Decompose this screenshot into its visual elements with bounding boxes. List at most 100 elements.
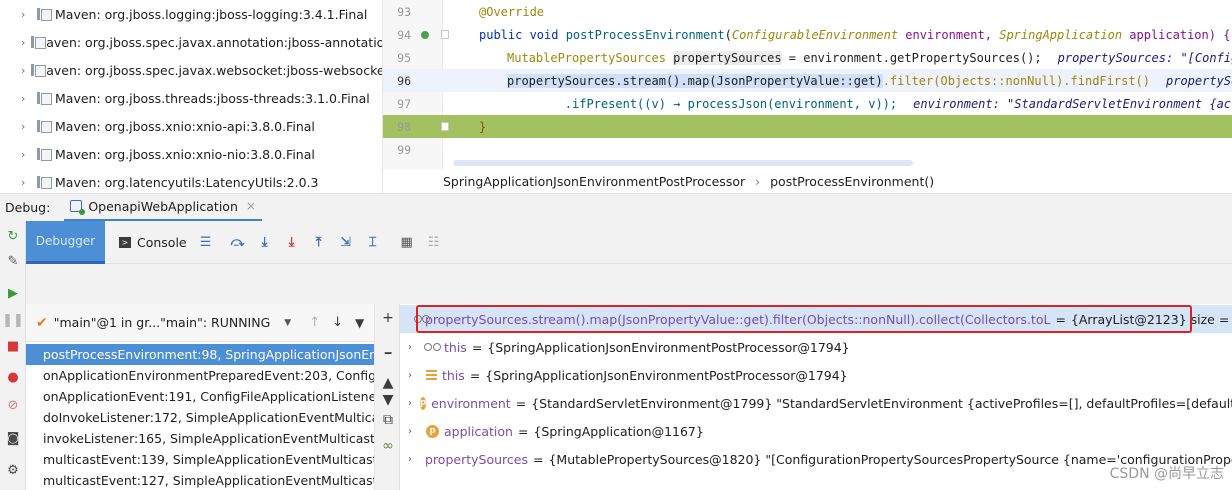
chevron-right-icon[interactable]: › <box>408 370 418 381</box>
resume-icon[interactable]: ▶ <box>4 284 22 302</box>
chevron-right-icon[interactable]: › <box>21 8 31 21</box>
code-line[interactable]: 94 public void postProcessEnvironment(Co… <box>383 23 1232 46</box>
chevron-right-icon[interactable]: › <box>21 120 31 133</box>
horizontal-scrollbar[interactable] <box>453 160 913 166</box>
line-number: 97 <box>397 96 411 111</box>
code-text: @Override <box>479 4 545 19</box>
camera-icon[interactable]: ◙ <box>4 429 22 447</box>
chevron-right-icon[interactable]: › <box>408 398 412 409</box>
frames-title: Frames <box>40 277 84 291</box>
variable-row[interactable]: › p application = {SpringApplication@116… <box>400 417 1232 445</box>
code-text: MutablePropertySources propertySources =… <box>507 50 1232 65</box>
chevron-right-icon[interactable]: › <box>21 148 31 161</box>
tree-item[interactable]: › Maven: org.jboss.xnio:xnio-api:3.8.0.F… <box>0 112 382 140</box>
variable-value: {SpringApplication@1167} <box>533 423 704 439</box>
code-line[interactable]: 95 MutablePropertySources propertySource… <box>383 46 1232 69</box>
run-to-cursor-icon[interactable]: ⌶ <box>365 234 381 250</box>
filter-icon[interactable]: ▼ <box>355 316 364 330</box>
variable-name: this <box>442 367 465 383</box>
line-number: 98 <box>397 119 411 134</box>
step-out-icon[interactable]: ⤒ <box>311 234 327 250</box>
chevron-right-icon[interactable]: › <box>408 426 418 437</box>
frame-row[interactable]: invokeListener:165, SimpleApplicationEve… <box>26 428 374 449</box>
line-number: 93 <box>397 4 411 19</box>
add-watch-icon[interactable]: + <box>379 309 397 327</box>
trace-icon[interactable]: ☷ <box>426 234 442 250</box>
code-line[interactable]: 97 .ifPresent((v) → processJson(environm… <box>383 92 1232 115</box>
library-icon <box>37 148 52 161</box>
tree-item[interactable]: › Maven: org.jboss.xnio:xnio-nio:3.8.0.F… <box>0 140 382 168</box>
code-line[interactable]: 93 @Override <box>383 0 1232 23</box>
move-down-icon[interactable]: ▼ <box>379 391 397 409</box>
variable-row[interactable]: › propertySources = {MutablePropertySour… <box>400 445 1232 473</box>
step-into-icon[interactable]: ⤓ <box>257 234 273 250</box>
fold-icon[interactable] <box>441 122 449 131</box>
tree-item[interactable]: › Maven: org.jboss.logging:jboss-logging… <box>0 0 382 28</box>
debug-label: Debug: <box>5 200 51 215</box>
code-line[interactable]: 99 <box>383 138 1232 161</box>
tree-item[interactable]: › Maven: org.jboss.spec.javax.annotation… <box>0 28 382 56</box>
code-text: public void postProcessEnvironment(Confi… <box>479 27 1231 42</box>
variable-row[interactable]: › this = {SpringApplicationJsonEnvironme… <box>400 333 1232 361</box>
drop-frame-icon[interactable]: ⇲ <box>338 234 354 250</box>
variable-row[interactable]: › this = {SpringApplicationJsonEnvironme… <box>400 361 1232 389</box>
tab-debugger[interactable]: Debugger <box>26 220 105 264</box>
code-line-current[interactable]: 96 propertySources.stream().map(JsonProp… <box>383 69 1232 92</box>
parameter-icon: p <box>426 424 439 438</box>
tree-item[interactable]: › Maven: org.jboss.threads:jboss-threads… <box>0 84 382 112</box>
tree-item[interactable]: › Maven: org.jboss.spec.javax.websocket:… <box>0 56 382 84</box>
copy-icon[interactable]: ⧉ <box>379 411 397 429</box>
code-editor[interactable]: 93 @Override 94 public void postProcessE… <box>383 0 1232 193</box>
code-line-execution-point[interactable]: 98 } <box>383 115 1232 138</box>
run-configuration-tab[interactable]: OpenapiWebApplication × <box>64 194 262 222</box>
move-up-icon[interactable]: ▲ <box>379 374 397 392</box>
arrow-up-icon[interactable]: ↑ <box>309 315 320 330</box>
chevron-right-icon[interactable]: › <box>21 92 31 105</box>
arrow-down-icon[interactable]: ↓ <box>332 315 343 330</box>
breadcrumb-method[interactable]: postProcessEnvironment() <box>770 174 934 189</box>
frame-row[interactable]: multicastEvent:139, SimpleApplicationEve… <box>26 449 374 470</box>
run-tab-label: OpenapiWebApplication <box>88 198 238 214</box>
frame-row[interactable]: onApplicationEvent:191, ConfigFileApplic… <box>26 386 374 407</box>
variable-row[interactable]: › p environment = {StandardServletEnviro… <box>400 389 1232 417</box>
frame-row[interactable]: onApplicationEnvironmentPreparedEvent:20… <box>26 365 374 386</box>
wrench-icon[interactable]: ✎ <box>4 252 22 270</box>
remove-watch-icon[interactable]: ━ <box>379 344 397 362</box>
settings-icon[interactable]: ⚙ <box>4 461 22 479</box>
line-number: 95 <box>397 50 411 65</box>
tree-item-label: Maven: org.jboss.threads:jboss-threads:3… <box>55 90 370 106</box>
mute-breakpoints-icon[interactable]: ⊘ <box>4 396 22 414</box>
frame-row-selected[interactable]: postProcessEnvironment:98, SpringApplica… <box>26 344 374 365</box>
field-icon <box>426 370 437 380</box>
thread-selector[interactable]: ✔ "main"@1 in gr..."main": RUNNING ▼ ↑ ↓… <box>26 304 374 342</box>
view-breakpoints-icon[interactable]: ● <box>4 368 22 386</box>
tree-item-label: Maven: org.jboss.xnio:xnio-api:3.8.0.Fin… <box>55 118 315 134</box>
force-step-into-icon[interactable]: ⤓ <box>284 234 300 250</box>
evaluate-expression-icon[interactable]: ▦ <box>399 234 415 250</box>
close-icon[interactable]: × <box>246 199 256 213</box>
frame-row[interactable]: multicastEvent:127, SimpleApplicationEve… <box>26 470 374 490</box>
variable-value: {StandardServletEnvironment@1799} "Stand… <box>531 395 1232 411</box>
step-over-icon[interactable]: ⤼ <box>230 234 246 250</box>
fold-icon[interactable] <box>441 30 449 39</box>
code-text: propertySources.stream().map(JsonPropert… <box>507 73 1232 88</box>
variable-name: propertySources <box>425 451 528 467</box>
tab-console[interactable]: > Console <box>119 235 187 250</box>
chevron-right-icon[interactable]: › <box>21 64 25 77</box>
watches-glasses-icon[interactable]: ∞ <box>379 437 397 455</box>
breadcrumb-class[interactable]: SpringApplicationJsonEnvironmentPostProc… <box>443 174 745 189</box>
chevron-right-icon[interactable]: › <box>408 454 412 465</box>
chevron-down-icon[interactable]: ▼ <box>284 318 291 328</box>
chevron-right-icon[interactable]: › <box>21 36 25 49</box>
pause-icon[interactable]: ❚❚ <box>2 311 24 329</box>
menu-icon[interactable]: ☰ <box>198 234 214 250</box>
chevron-right-icon[interactable]: › <box>408 342 418 353</box>
chevron-right-icon[interactable]: › <box>21 176 31 189</box>
frame-row[interactable]: doInvokeListener:172, SimpleApplicationE… <box>26 407 374 428</box>
rerun-icon[interactable]: ↻ <box>4 227 22 245</box>
variable-value: {SpringApplicationJsonEnvironmentPostPro… <box>487 339 850 355</box>
tree-item[interactable]: › Maven: org.latencyutils:LatencyUtils:2… <box>0 168 382 193</box>
project-tree: › Maven: org.jboss.logging:jboss-logging… <box>0 0 383 193</box>
override-gutter-icon[interactable] <box>421 31 429 39</box>
stop-icon[interactable]: ■ <box>4 337 22 355</box>
